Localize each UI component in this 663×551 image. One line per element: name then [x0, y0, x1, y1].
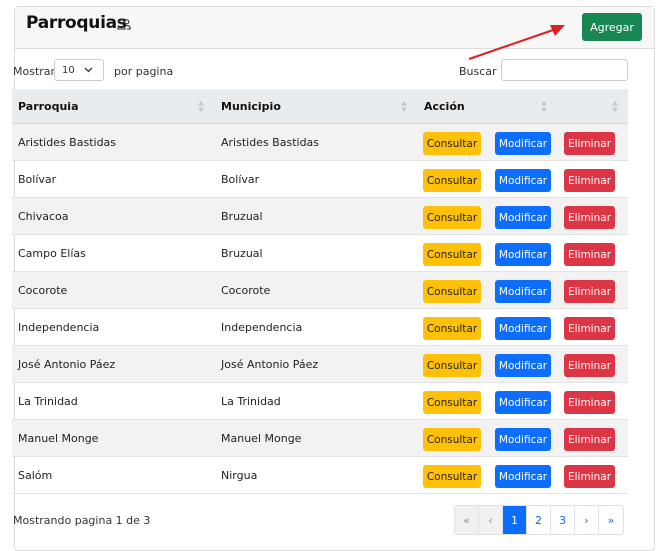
modify-button[interactable]: Modificar	[495, 391, 551, 414]
sort-icon[interactable]	[541, 101, 547, 112]
show-label: Mostrar	[13, 65, 56, 78]
municipio-cell: Bruzual	[221, 247, 263, 260]
sort-icon[interactable]	[198, 101, 204, 112]
delete-button[interactable]: Eliminar	[564, 169, 615, 192]
modify-button[interactable]: Modificar	[495, 465, 551, 488]
table-row: La Trinidad La Trinidad Consultar Modifi…	[12, 383, 628, 420]
add-button[interactable]: Agregar	[582, 13, 642, 41]
consult-button[interactable]: Consultar	[423, 317, 481, 340]
municipio-cell: Manuel Monge	[221, 432, 302, 445]
consult-button[interactable]: Consultar	[423, 243, 481, 266]
page-size-value: 10	[62, 65, 75, 76]
column-header-parroquia[interactable]: Parroquia	[18, 100, 79, 113]
pagination: « ‹ 1 2 3 › »	[454, 505, 624, 535]
consult-button[interactable]: Consultar	[423, 206, 481, 229]
parroquia-cell: Campo Elías	[18, 247, 86, 260]
search-input[interactable]	[501, 59, 628, 81]
consult-button[interactable]: Consultar	[423, 132, 481, 155]
previous-page-button[interactable]: ‹	[479, 506, 503, 534]
municipio-cell: Aristides Bastidas	[221, 136, 320, 149]
column-header-municipio[interactable]: Municipio	[221, 100, 281, 113]
parroquia-cell: Independencia	[18, 321, 100, 334]
users-icon	[117, 18, 131, 30]
parroquia-cell: Salóm	[18, 469, 53, 482]
parroquia-cell: José Antonio Páez	[18, 358, 116, 371]
table-row: José Antonio Páez José Antonio Páez Cons…	[12, 346, 628, 383]
municipio-cell: José Antonio Páez	[221, 358, 319, 371]
page-2-button[interactable]: 2	[527, 506, 551, 534]
chevron-down-icon	[84, 67, 93, 73]
consult-button[interactable]: Consultar	[423, 428, 481, 451]
table-row: Independencia Independencia Consultar Mo…	[12, 309, 628, 346]
table-row: Campo Elías Bruzual Consultar Modificar …	[12, 235, 628, 272]
delete-button[interactable]: Eliminar	[564, 428, 615, 451]
first-page-button[interactable]: «	[455, 506, 479, 534]
next-page-button[interactable]: ›	[575, 506, 599, 534]
column-header-accion[interactable]: Acción	[424, 100, 465, 113]
page-1-button[interactable]: 1	[503, 506, 527, 534]
municipio-cell: Bruzual	[221, 210, 263, 223]
modify-button[interactable]: Modificar	[495, 428, 551, 451]
pagination-info: Mostrando pagina 1 de 3	[13, 514, 151, 527]
parroquia-cell: Bolívar	[18, 173, 57, 186]
modify-button[interactable]: Modificar	[495, 354, 551, 377]
per-page-label: por pagina	[114, 65, 174, 78]
municipio-cell: Independencia	[221, 321, 303, 334]
table-row: Aristides Bastidas Aristides Bastidas Co…	[12, 124, 628, 161]
delete-button[interactable]: Eliminar	[564, 391, 615, 414]
consult-button[interactable]: Consultar	[423, 354, 481, 377]
table-row: Salóm Nirgua Consultar Modificar Elimina…	[12, 457, 628, 494]
consult-button[interactable]: Consultar	[423, 465, 481, 488]
parroquias-table: Parroquia Municipio Acción Aristides Bas…	[12, 89, 628, 494]
consult-button[interactable]: Consultar	[423, 280, 481, 303]
table-row: Chivacoa Bruzual Consultar Modificar Eli…	[12, 198, 628, 235]
modify-button[interactable]: Modificar	[495, 206, 551, 229]
parroquia-cell: Cocorote	[18, 284, 68, 297]
parroquia-cell: La Trinidad	[18, 395, 78, 408]
delete-button[interactable]: Eliminar	[564, 132, 615, 155]
municipio-cell: Cocorote	[221, 284, 271, 297]
page-title: Parroquias	[26, 13, 127, 33]
annotation-arrow	[468, 25, 565, 60]
search-label: Buscar	[459, 65, 497, 78]
delete-button[interactable]: Eliminar	[564, 354, 615, 377]
page-3-button[interactable]: 3	[551, 506, 575, 534]
consult-button[interactable]: Consultar	[423, 391, 481, 414]
table-header: Parroquia Municipio Acción	[12, 89, 628, 124]
table-row: Bolívar Bolívar Consultar Modificar Elim…	[12, 161, 628, 198]
table-row: Cocorote Cocorote Consultar Modificar El…	[12, 272, 628, 309]
parroquia-cell: Chivacoa	[18, 210, 69, 223]
delete-button[interactable]: Eliminar	[564, 206, 615, 229]
modify-button[interactable]: Modificar	[495, 317, 551, 340]
last-page-button[interactable]: »	[599, 506, 623, 534]
delete-button[interactable]: Eliminar	[564, 280, 615, 303]
sort-icon[interactable]	[401, 101, 407, 112]
parroquia-cell: Manuel Monge	[18, 432, 99, 445]
delete-button[interactable]: Eliminar	[564, 317, 615, 340]
delete-button[interactable]: Eliminar	[564, 243, 615, 266]
sort-icon[interactable]	[612, 101, 618, 112]
modify-button[interactable]: Modificar	[495, 243, 551, 266]
delete-button[interactable]: Eliminar	[564, 465, 615, 488]
modify-button[interactable]: Modificar	[495, 280, 551, 303]
consult-button[interactable]: Consultar	[423, 169, 481, 192]
modify-button[interactable]: Modificar	[495, 132, 551, 155]
modify-button[interactable]: Modificar	[495, 169, 551, 192]
municipio-cell: Bolívar	[221, 173, 260, 186]
municipio-cell: La Trinidad	[221, 395, 281, 408]
parroquia-cell: Aristides Bastidas	[18, 136, 117, 149]
page-size-select[interactable]: 10	[54, 59, 104, 81]
municipio-cell: Nirgua	[221, 469, 258, 482]
table-row: Manuel Monge Manuel Monge Consultar Modi…	[12, 420, 628, 457]
